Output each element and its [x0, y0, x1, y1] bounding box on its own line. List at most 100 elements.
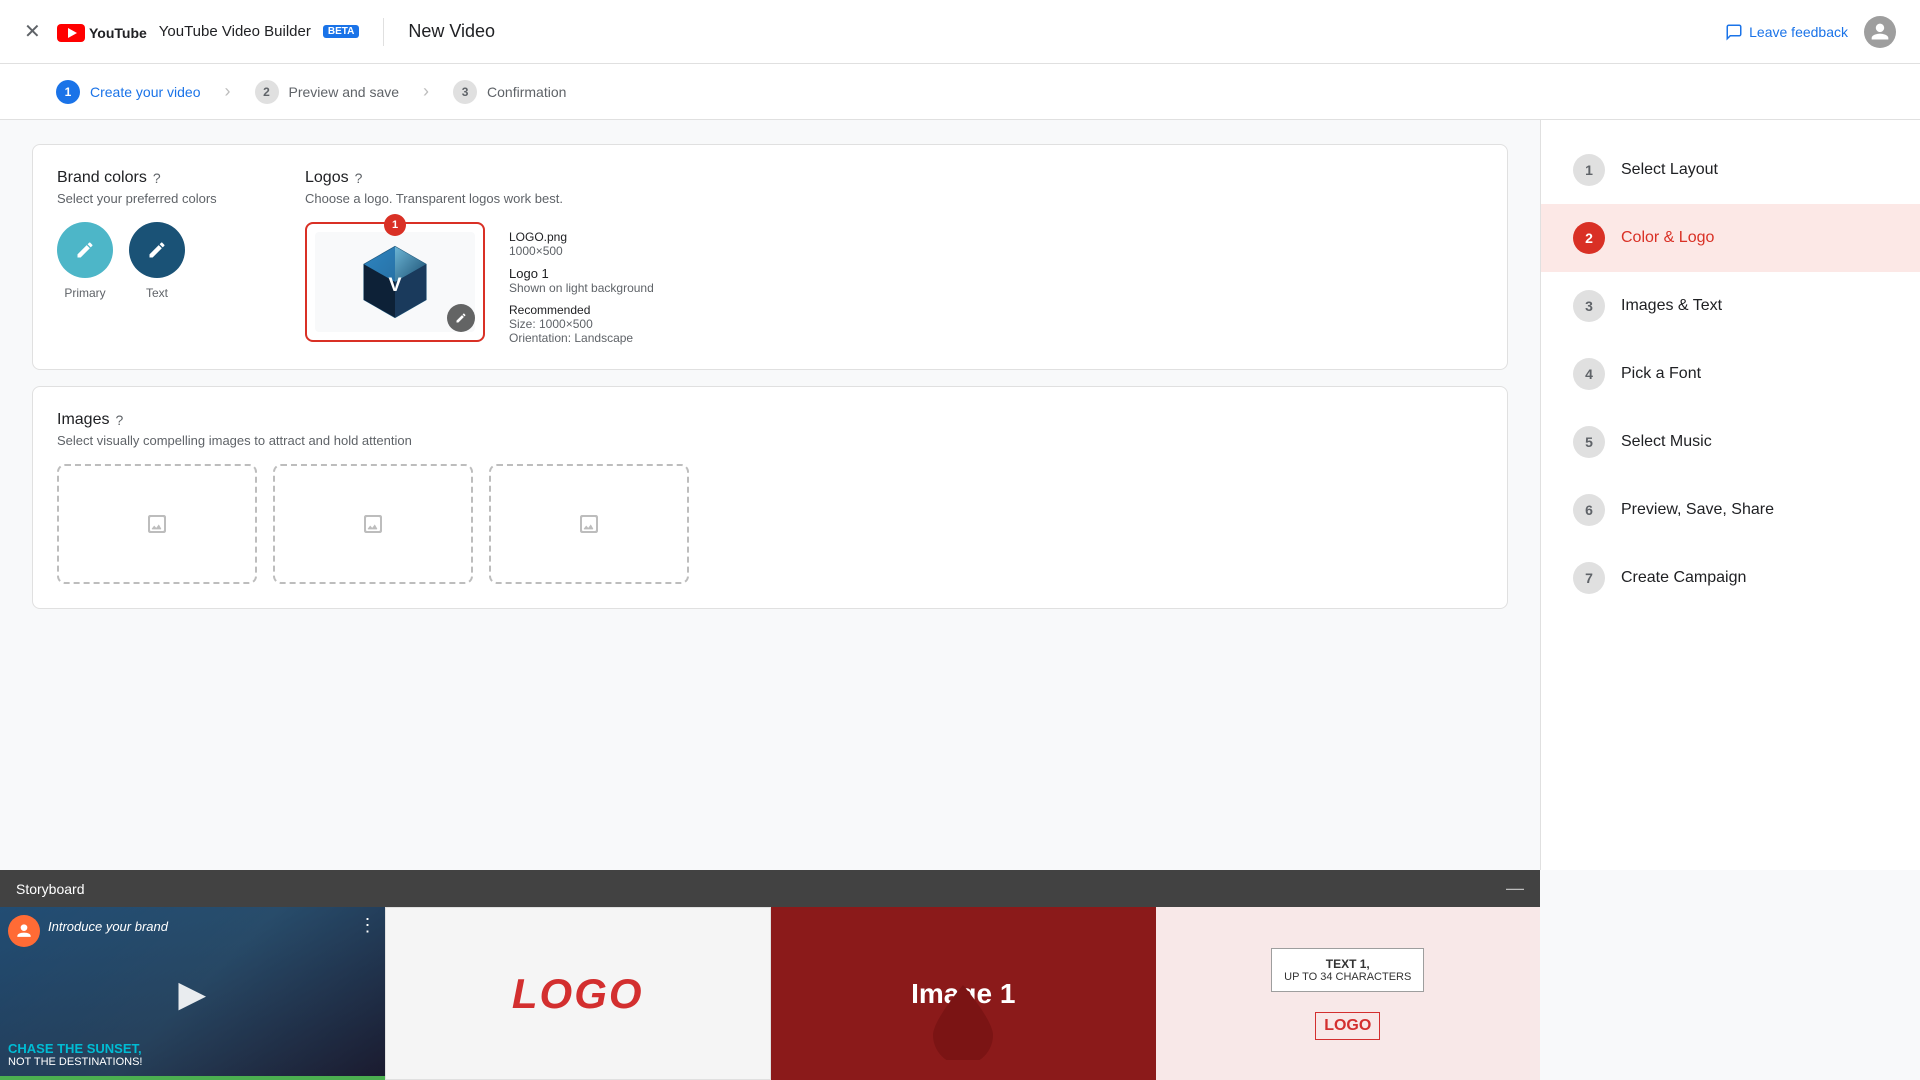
logo-image: V: [350, 242, 440, 322]
logo-label: Logo 1: [509, 266, 654, 281]
logos-subtitle: Choose a logo. Transparent logos work be…: [305, 191, 1483, 206]
brand-colors-title: Brand colors ?: [57, 169, 257, 187]
header-divider: [383, 18, 384, 46]
sidebar-item-create-campaign[interactable]: 7 Create Campaign: [1541, 544, 1920, 612]
sidebar-item-preview-save-label: Preview, Save, Share: [1621, 501, 1774, 519]
image-placeholders: [57, 464, 1483, 584]
sidebar-item-pick-font[interactable]: 4 Pick a Font: [1541, 340, 1920, 408]
sb-progress-bar: [0, 1076, 385, 1080]
images-subtitle: Select visually compelling images to att…: [57, 433, 1483, 448]
storyboard-frame-4[interactable]: TEXT 1, UP TO 34 CHARACTERS LOGO: [1156, 907, 1541, 1080]
close-icon: ✕: [24, 19, 41, 44]
sidebar-item-images-text-label: Images & Text: [1621, 297, 1722, 315]
sidebar-item-images-text[interactable]: 3 Images & Text: [1541, 272, 1920, 340]
feedback-icon: [1725, 23, 1743, 41]
sb-logo-small: LOGO: [1315, 1012, 1380, 1040]
sidebar-step-3-num: 3: [1573, 290, 1605, 322]
primary-color-swatch[interactable]: [57, 222, 113, 278]
logos-section: Logos ? Choose a logo. Transparent logos…: [305, 169, 1483, 345]
sidebar-item-color-logo-label: Color & Logo: [1621, 229, 1714, 247]
step-3-label: Confirmation: [487, 84, 566, 100]
storyboard-frame-1-more[interactable]: ⋮: [359, 915, 377, 936]
sidebar-step-4-num: 4: [1573, 358, 1605, 390]
feedback-button[interactable]: Leave feedback: [1725, 23, 1848, 41]
storyboard-minimize-button[interactable]: —: [1506, 878, 1524, 899]
brand-logos-card: Brand colors ? Select your preferred col…: [32, 144, 1508, 370]
storyboard: Storyboard — Introduce your brand ⋮ ▶ CH…: [0, 870, 1540, 1080]
image-placeholder-1[interactable]: [57, 464, 257, 584]
logo-dimensions: 1000×500: [509, 244, 654, 258]
sidebar-item-color-logo[interactable]: 2 Color & Logo: [1541, 204, 1920, 272]
step-3[interactable]: 3 Confirmation: [429, 80, 590, 104]
app-header: ✕ YouTube YouTube Video Builder BETA New…: [0, 0, 1920, 64]
avatar-icon-sb: [14, 921, 34, 941]
brand-colors-help-icon[interactable]: ?: [153, 170, 161, 186]
pencil-icon: [455, 312, 467, 324]
color-swatches: Primary Text: [57, 222, 257, 300]
storyboard-frame-3[interactable]: Image 1: [771, 907, 1156, 1080]
primary-color-label: Primary: [64, 286, 105, 300]
storyboard-avatar: [8, 915, 40, 947]
header-right: Leave feedback: [1725, 16, 1896, 48]
step-1[interactable]: 1 Create your video: [32, 80, 225, 104]
step-2-number: 2: [255, 80, 279, 104]
step-3-number: 3: [453, 80, 477, 104]
primary-color-wrap: Primary: [57, 222, 113, 300]
brand-colors-subtitle: Select your preferred colors: [57, 191, 257, 206]
images-help-icon[interactable]: ?: [115, 412, 123, 428]
add-image-icon-2: [361, 512, 385, 536]
sidebar-item-select-music-label: Select Music: [1621, 433, 1712, 451]
avatar[interactable]: [1864, 16, 1896, 48]
sidebar-step-6-num: 6: [1573, 494, 1605, 526]
sidebar-item-create-campaign-label: Create Campaign: [1621, 569, 1746, 587]
svg-text:YouTube: YouTube: [89, 25, 147, 41]
sidebar-step-1-num: 1: [1573, 154, 1605, 186]
storyboard-frame-1[interactable]: Introduce your brand ⋮ ▶ CHASE THE SUNSE…: [0, 907, 385, 1080]
storyboard-header: Storyboard —: [0, 870, 1540, 907]
step-1-label: Create your video: [90, 84, 201, 100]
logo-badge: 1: [384, 214, 406, 236]
sb-text-line-2: NOT THE DESTINATIONS!: [8, 1056, 377, 1068]
logo-card-1[interactable]: 1: [305, 222, 485, 342]
images-card: Images ? Select visually compelling imag…: [32, 386, 1508, 609]
svg-text:V: V: [388, 274, 401, 296]
drop-shape-icon: [928, 980, 998, 1060]
logo-grid: 1: [305, 222, 1483, 345]
logo-orientation-label: Orientation: Landscape: [509, 331, 654, 345]
sidebar-item-select-layout[interactable]: 1 Select Layout: [1541, 136, 1920, 204]
feedback-label: Leave feedback: [1749, 24, 1848, 40]
storyboard-intro-label: Introduce your brand: [48, 919, 168, 934]
beta-badge: BETA: [323, 25, 359, 38]
youtube-logo-icon: YouTube: [57, 22, 147, 42]
sidebar-item-select-music[interactable]: 5 Select Music: [1541, 408, 1920, 476]
image-placeholder-2[interactable]: [273, 464, 473, 584]
app-logo: YouTube YouTube Video Builder BETA: [57, 22, 360, 42]
step-2[interactable]: 2 Preview and save: [231, 80, 424, 104]
edit-icon: [75, 240, 95, 260]
sidebar-step-7-num: 7: [1573, 562, 1605, 594]
logos-title: Logos ?: [305, 169, 1483, 187]
play-button[interactable]: ▶: [178, 973, 206, 1015]
right-sidebar: 1 Select Layout 2 Color & Logo 3 Images …: [1540, 120, 1920, 870]
storyboard-bottom-text: CHASE THE SUNSET, NOT THE DESTINATIONS!: [8, 1041, 377, 1068]
logos-help-icon[interactable]: ?: [355, 170, 363, 186]
image-placeholder-3[interactable]: [489, 464, 689, 584]
logo-info: LOGO.png 1000×500 Logo 1 Shown on light …: [509, 230, 654, 345]
sb-text-box-line1: TEXT 1,: [1284, 957, 1411, 971]
close-button[interactable]: ✕: [24, 19, 41, 44]
logo-recommended-title: Recommended: [509, 303, 654, 317]
sb-text-box-line2: UP TO 34 CHARACTERS: [1284, 971, 1411, 983]
sb-text-line-1: CHASE THE SUNSET,: [8, 1041, 377, 1056]
add-image-icon-3: [577, 512, 601, 536]
app-name-label: YouTube Video Builder: [159, 23, 311, 40]
images-title: Images ?: [57, 411, 1483, 429]
sb-logo-text: LOGO: [512, 970, 644, 1018]
storyboard-frame-2[interactable]: LOGO: [385, 907, 772, 1080]
sidebar-step-2-num: 2: [1573, 222, 1605, 254]
logo-edit-button[interactable]: [447, 304, 475, 332]
sb-text-box: TEXT 1, UP TO 34 CHARACTERS: [1271, 948, 1424, 992]
brand-colors-section: Brand colors ? Select your preferred col…: [57, 169, 257, 345]
text-color-swatch[interactable]: [129, 222, 185, 278]
sidebar-item-preview-save[interactable]: 6 Preview, Save, Share: [1541, 476, 1920, 544]
text-color-wrap: Text: [129, 222, 185, 300]
